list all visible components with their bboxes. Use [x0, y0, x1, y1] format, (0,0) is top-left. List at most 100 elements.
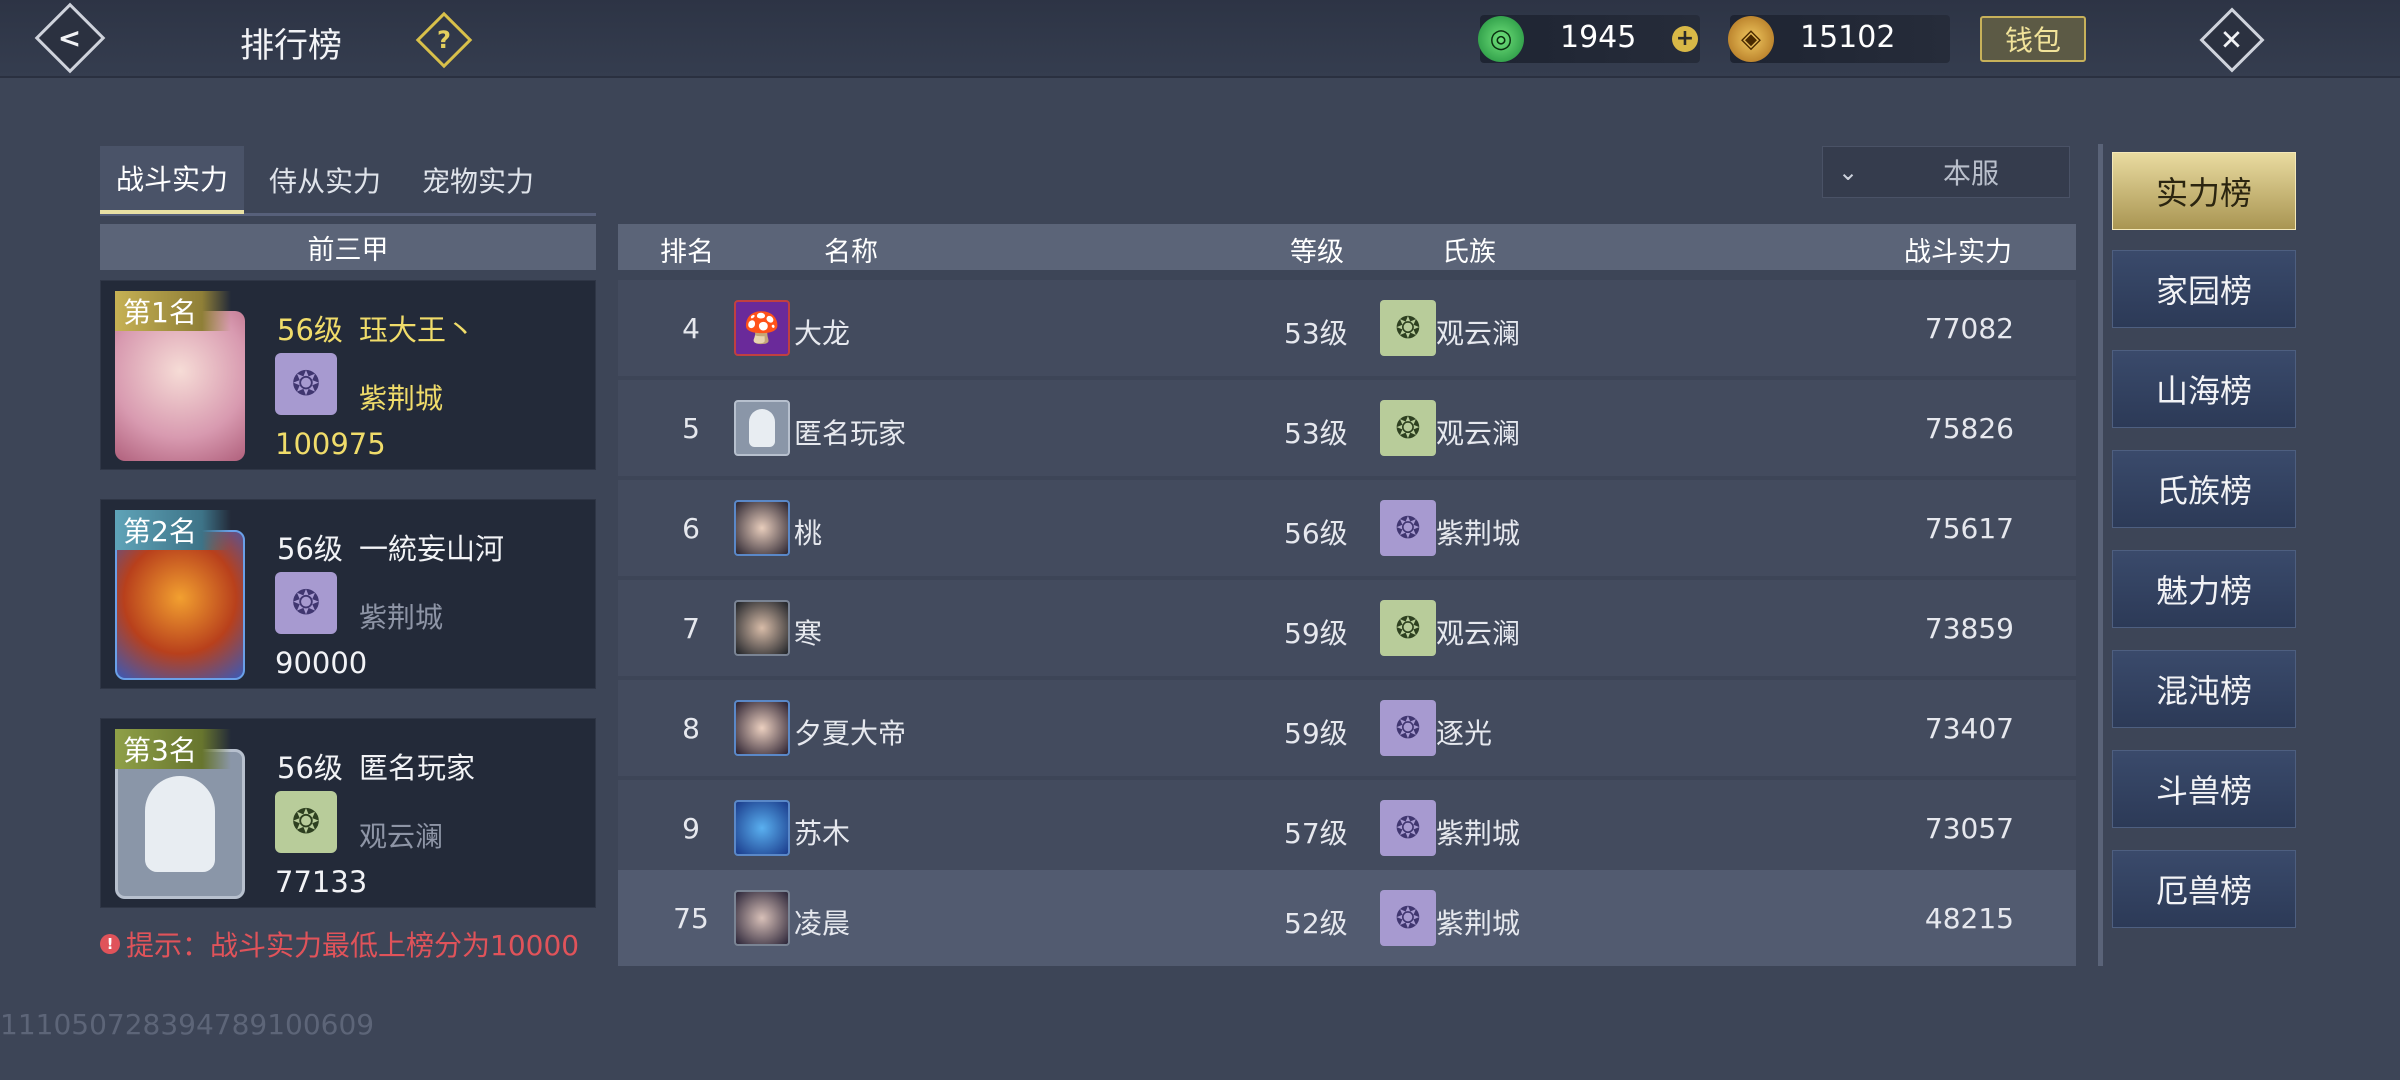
sidebar-item-chaos[interactable]: 混沌榜 — [2112, 650, 2296, 728]
player-level: 56级 — [277, 751, 343, 785]
clan-name: 紫荆城 — [1436, 817, 1521, 850]
clan-name: 逐光 — [1436, 717, 1493, 750]
avatar — [734, 700, 790, 756]
top3-card-3[interactable]: 第3名 56级 匿名玩家 ❂ 观云澜 77133 — [100, 718, 596, 908]
table-row[interactable]: 6 桃 56级 ❂ 紫荆城 75617 — [618, 480, 2076, 576]
clan-name: 紫荆城 — [1436, 517, 1521, 550]
player-name: 桃 — [794, 517, 823, 550]
clan-emblem-icon: ❂ — [1380, 800, 1436, 856]
sidebar-item-clan[interactable]: 氏族榜 — [2112, 450, 2296, 528]
scrollbar[interactable] — [2098, 144, 2103, 966]
jade-value: 1945 — [1560, 20, 1637, 55]
header-name: 名称 — [824, 237, 878, 268]
header-level: 等级 — [1290, 237, 1344, 268]
clan-name: 观云澜 — [1436, 617, 1521, 650]
avatar: 🍄 — [734, 300, 790, 356]
table-row[interactable]: 8 夕夏大帝 59级 ❂ 逐光 73407 — [618, 680, 2076, 776]
avatar — [734, 500, 790, 556]
table-row[interactable]: 5 匿名玩家 53级 ❂ 观云澜 75826 — [618, 380, 2076, 476]
avatar — [734, 890, 790, 946]
table-row[interactable]: 9 苏木 57级 ❂ 紫荆城 73057 — [618, 780, 2076, 876]
table-row[interactable]: 7 寒 59级 ❂ 观云澜 73859 — [618, 580, 2076, 676]
clan-emblem-icon: ❂ — [1380, 700, 1436, 756]
user-id: 1110507283947891006​09 — [0, 1008, 375, 1041]
server-dropdown[interactable]: ⌄ 本服 — [1822, 146, 2070, 198]
sidebar-item-charm[interactable]: 魅力榜 — [2112, 550, 2296, 628]
wallet-button[interactable]: 钱包 — [1980, 16, 2086, 62]
jade-icon: ◎ — [1478, 16, 1524, 62]
sidebar-item-beast-fight[interactable]: 斗兽榜 — [2112, 750, 2296, 828]
player-name: 一統妄山河 — [359, 532, 505, 566]
battle-power: 100975 — [275, 427, 386, 461]
ranking-table-header: 排名 名称 等级 氏族 战斗实力 — [618, 224, 2076, 270]
battle-power: 73057 — [1924, 812, 2014, 845]
player-level: 56级 — [1284, 517, 1348, 550]
battle-power: 73859 — [1924, 612, 2014, 645]
battle-power: 90000 — [275, 646, 368, 680]
sidebar-item-evil-beast[interactable]: 厄兽榜 — [2112, 850, 2296, 928]
gold-ingot-icon: ◈ — [1728, 16, 1774, 62]
clan-emblem-icon: ❂ — [275, 572, 337, 634]
player-name: 匿名玩家 — [359, 751, 476, 785]
player-name: 夕夏大帝 — [794, 717, 907, 750]
back-button[interactable]: < — [30, 2, 110, 74]
close-icon: ✕ — [2199, 7, 2265, 73]
top3-card-2[interactable]: 第2名 56级 一統妄山河 ❂ 紫荆城 90000 — [100, 499, 596, 689]
clan-emblem-icon: ❂ — [1380, 400, 1436, 456]
player-name: 寒 — [794, 617, 823, 650]
my-rank-row[interactable]: 75 凌晨 52级 ❂ 紫荆城 48215 — [618, 870, 2076, 966]
rank-badge: 第3名 — [115, 729, 231, 769]
min-score-tip: ! 提示：战斗实力最低上榜分为10000 — [100, 924, 579, 964]
header-clan: 氏族 — [1442, 237, 1496, 268]
avatar — [734, 800, 790, 856]
clan-name: 紫荆城 — [359, 601, 444, 634]
player-level: 59级 — [1284, 717, 1348, 750]
anonymous-avatar-icon — [734, 400, 790, 456]
clan-name: 观云澜 — [1436, 317, 1521, 350]
player-level: 59级 — [1284, 617, 1348, 650]
add-currency-button[interactable]: + — [1672, 26, 1698, 52]
battle-power: 48215 — [1924, 902, 2014, 935]
clan-name: 紫荆城 — [1436, 907, 1521, 940]
battle-power: 75826 — [1924, 412, 2014, 445]
player-level: 52级 — [1284, 907, 1348, 940]
player-name: 匿名玩家 — [794, 417, 907, 450]
header-power: 战斗实力 — [1904, 237, 2012, 268]
sidebar-item-home[interactable]: 家园榜 — [2112, 250, 2296, 328]
player-name: 苏木 — [794, 817, 851, 850]
anonymous-avatar-icon — [115, 749, 245, 899]
sidebar-item-power[interactable]: 实力榜 — [2112, 152, 2296, 230]
player-level: 56级 — [277, 313, 343, 347]
tab-battle-power[interactable]: 战斗实力 — [100, 146, 244, 214]
table-row[interactable]: 4 🍄 大龙 53级 ❂ 观云澜 77082 — [618, 280, 2076, 376]
rank-badge: 第2名 — [115, 510, 231, 550]
clan-emblem-icon: ❂ — [1380, 500, 1436, 556]
clan-emblem-icon: ❂ — [1380, 890, 1436, 946]
chevron-down-icon: ⌄ — [1837, 158, 1859, 186]
avatar — [115, 530, 245, 680]
page-title: 排行榜 — [240, 26, 342, 66]
back-arrow-icon: < — [34, 2, 106, 74]
top3-card-1[interactable]: 第1名 56级 珏大王丶 ❂ 紫荆城 100975 — [100, 280, 596, 470]
clan-name: 观云澜 — [1436, 417, 1521, 450]
close-button[interactable]: ✕ — [2199, 7, 2265, 73]
player-name: 凌晨 — [794, 907, 851, 940]
player-name: 大龙 — [794, 317, 851, 350]
avatar — [734, 600, 790, 656]
clan-name: 紫荆城 — [359, 382, 444, 415]
player-level: 53级 — [1284, 417, 1348, 450]
tab-attendant-power[interactable]: 侍从实力 — [250, 146, 400, 214]
battle-power: 77133 — [275, 865, 368, 899]
tip-text: 提示：战斗实力最低上榜分为10000 — [126, 929, 580, 962]
battle-power: 73407 — [1924, 712, 2014, 745]
clan-name: 观云澜 — [359, 820, 444, 853]
clan-emblem-icon: ❂ — [1380, 300, 1436, 356]
sidebar-item-shanhai[interactable]: 山海榜 — [2112, 350, 2296, 428]
rank-badge: 第1名 — [115, 291, 231, 331]
server-value: 本服 — [1942, 157, 1999, 190]
player-level: 53级 — [1284, 317, 1348, 350]
tab-pet-power[interactable]: 宠物实力 — [400, 146, 556, 214]
header-rank: 排名 — [660, 237, 714, 268]
clan-emblem-icon: ❂ — [275, 791, 337, 853]
player-level: 56级 — [277, 532, 343, 566]
